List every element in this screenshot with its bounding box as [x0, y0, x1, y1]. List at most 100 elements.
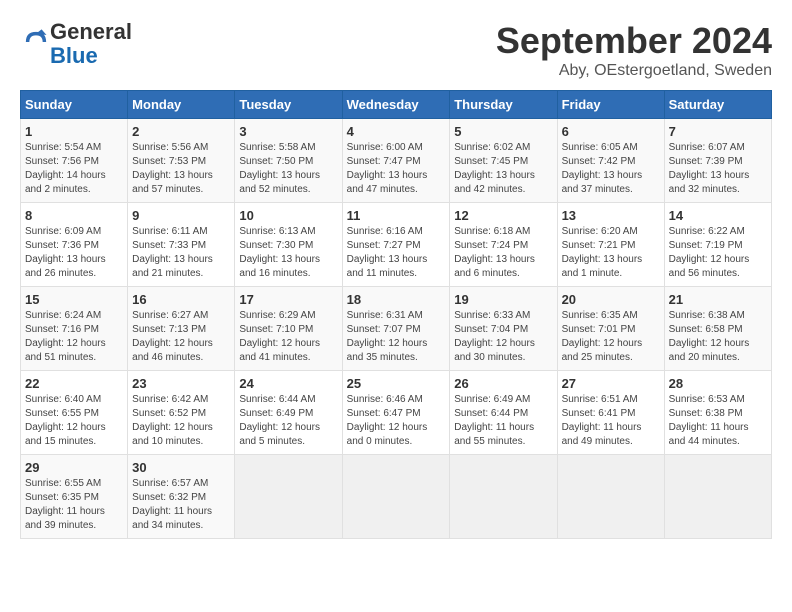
day-info: Sunrise: 6:33 AMSunset: 7:04 PMDaylight:…	[454, 309, 552, 365]
table-row: 11 Sunrise: 6:16 AMSunset: 7:27 PMDayligh…	[342, 203, 450, 287]
day-info: Sunrise: 6:57 AMSunset: 6:32 PMDaylight:…	[132, 477, 230, 533]
day-info: Sunrise: 6:18 AMSunset: 7:24 PMDaylight:…	[454, 225, 552, 281]
header-thursday: Thursday	[450, 91, 557, 119]
day-info: Sunrise: 5:54 AMSunset: 7:56 PMDaylight:…	[25, 141, 123, 197]
table-row: 22 Sunrise: 6:40 AMSunset: 6:55 PMDayligh…	[21, 371, 128, 455]
day-info: Sunrise: 6:20 AMSunset: 7:21 PMDaylight:…	[562, 225, 660, 281]
day-number: 30	[132, 460, 230, 475]
day-number: 24	[239, 376, 337, 391]
header-sunday: Sunday	[21, 91, 128, 119]
day-number: 6	[562, 124, 660, 139]
table-row: 23 Sunrise: 6:42 AMSunset: 6:52 PMDayligh…	[128, 371, 235, 455]
day-info: Sunrise: 6:31 AMSunset: 7:07 PMDaylight:…	[347, 309, 446, 365]
table-row: 10 Sunrise: 6:13 AMSunset: 7:30 PMDayligh…	[235, 203, 342, 287]
day-info: Sunrise: 6:02 AMSunset: 7:45 PMDaylight:…	[454, 141, 552, 197]
day-number: 21	[669, 292, 767, 307]
day-info: Sunrise: 6:24 AMSunset: 7:16 PMDaylight:…	[25, 309, 123, 365]
day-number: 5	[454, 124, 552, 139]
day-info: Sunrise: 6:07 AMSunset: 7:39 PMDaylight:…	[669, 141, 767, 197]
table-row: 6 Sunrise: 6:05 AMSunset: 7:42 PMDaylight…	[557, 119, 664, 203]
location-title: Aby, OEstergoetland, Sweden	[496, 62, 772, 80]
table-row: 14Sunrise: 6:22 AMSunset: 7:19 PMDayligh…	[664, 203, 771, 287]
calendar-week-row: 22 Sunrise: 6:40 AMSunset: 6:55 PMDayligh…	[21, 371, 772, 455]
day-info: Sunrise: 6:00 AMSunset: 7:47 PMDaylight:…	[347, 141, 446, 197]
day-number: 18	[347, 292, 446, 307]
logo: General Blue	[20, 20, 132, 68]
month-title: September 2024	[496, 20, 772, 62]
day-info: Sunrise: 6:35 AMSunset: 7:01 PMDaylight:…	[562, 309, 660, 365]
table-row: 30 Sunrise: 6:57 AMSunset: 6:32 PMDayligh…	[128, 455, 235, 539]
day-number: 22	[25, 376, 123, 391]
day-info: Sunrise: 6:46 AMSunset: 6:47 PMDaylight:…	[347, 393, 446, 449]
day-number: 16	[132, 292, 230, 307]
day-number: 8	[25, 208, 123, 223]
header-wednesday: Wednesday	[342, 91, 450, 119]
title-section: September 2024 Aby, OEstergoetland, Swed…	[496, 20, 772, 80]
header-saturday: Saturday	[664, 91, 771, 119]
table-row: 7 Sunrise: 6:07 AMSunset: 7:39 PMDaylight…	[664, 119, 771, 203]
table-row: 27 Sunrise: 6:51 AMSunset: 6:41 PMDayligh…	[557, 371, 664, 455]
calendar-week-row: 1Sunrise: 5:54 AMSunset: 7:56 PMDaylight…	[21, 119, 772, 203]
calendar-header-row: Sunday Monday Tuesday Wednesday Thursday…	[21, 91, 772, 119]
table-row	[235, 455, 342, 539]
logo-general-text: General	[50, 19, 132, 44]
day-number: 7	[669, 124, 767, 139]
day-number: 15	[25, 292, 123, 307]
day-info: Sunrise: 6:55 AMSunset: 6:35 PMDaylight:…	[25, 477, 123, 533]
table-row: 28 Sunrise: 6:53 AMSunset: 6:38 PMDayligh…	[664, 371, 771, 455]
table-row	[450, 455, 557, 539]
day-number: 3	[239, 124, 337, 139]
day-info: Sunrise: 6:40 AMSunset: 6:55 PMDaylight:…	[25, 393, 123, 449]
day-info: Sunrise: 6:09 AMSunset: 7:36 PMDaylight:…	[25, 225, 123, 281]
day-number: 10	[239, 208, 337, 223]
header-monday: Monday	[128, 91, 235, 119]
day-number: 26	[454, 376, 552, 391]
calendar-table: Sunday Monday Tuesday Wednesday Thursday…	[20, 90, 772, 539]
table-row	[557, 455, 664, 539]
day-number: 27	[562, 376, 660, 391]
table-row: 24Sunrise: 6:44 AMSunset: 6:49 PMDayligh…	[235, 371, 342, 455]
logo-icon	[22, 28, 50, 56]
logo-blue-text: Blue	[50, 43, 98, 68]
table-row: 12Sunrise: 6:18 AMSunset: 7:24 PMDayligh…	[450, 203, 557, 287]
day-number: 19	[454, 292, 552, 307]
day-info: Sunrise: 6:53 AMSunset: 6:38 PMDaylight:…	[669, 393, 767, 449]
day-info: Sunrise: 6:51 AMSunset: 6:41 PMDaylight:…	[562, 393, 660, 449]
table-row: 13 Sunrise: 6:20 AMSunset: 7:21 PMDayligh…	[557, 203, 664, 287]
day-info: Sunrise: 6:13 AMSunset: 7:30 PMDaylight:…	[239, 225, 337, 281]
calendar-week-row: 8 Sunrise: 6:09 AMSunset: 7:36 PMDaylight…	[21, 203, 772, 287]
day-number: 29	[25, 460, 123, 475]
day-info: Sunrise: 6:38 AMSunset: 6:58 PMDaylight:…	[669, 309, 767, 365]
header-friday: Friday	[557, 91, 664, 119]
table-row: 29 Sunrise: 6:55 AMSunset: 6:35 PMDayligh…	[21, 455, 128, 539]
day-number: 11	[347, 208, 446, 223]
table-row: 17 Sunrise: 6:29 AMSunset: 7:10 PMDayligh…	[235, 287, 342, 371]
calendar-week-row: 15 Sunrise: 6:24 AMSunset: 7:16 PMDayligh…	[21, 287, 772, 371]
day-number: 28	[669, 376, 767, 391]
day-info: Sunrise: 5:56 AMSunset: 7:53 PMDaylight:…	[132, 141, 230, 197]
table-row: 19 Sunrise: 6:33 AMSunset: 7:04 PMDayligh…	[450, 287, 557, 371]
table-row	[664, 455, 771, 539]
day-info: Sunrise: 5:58 AMSunset: 7:50 PMDaylight:…	[239, 141, 337, 197]
table-row: 9 Sunrise: 6:11 AMSunset: 7:33 PMDaylight…	[128, 203, 235, 287]
day-info: Sunrise: 6:16 AMSunset: 7:27 PMDaylight:…	[347, 225, 446, 281]
page-header: General Blue September 2024 Aby, OEsterg…	[20, 20, 772, 80]
day-number: 9	[132, 208, 230, 223]
day-info: Sunrise: 6:29 AMSunset: 7:10 PMDaylight:…	[239, 309, 337, 365]
day-number: 14	[669, 208, 767, 223]
table-row: 21 Sunrise: 6:38 AMSunset: 6:58 PMDayligh…	[664, 287, 771, 371]
table-row: 3 Sunrise: 5:58 AMSunset: 7:50 PMDaylight…	[235, 119, 342, 203]
day-number: 20	[562, 292, 660, 307]
day-number: 23	[132, 376, 230, 391]
table-row: 4 Sunrise: 6:00 AMSunset: 7:47 PMDaylight…	[342, 119, 450, 203]
table-row: 26Sunrise: 6:49 AMSunset: 6:44 PMDayligh…	[450, 371, 557, 455]
day-info: Sunrise: 6:05 AMSunset: 7:42 PMDaylight:…	[562, 141, 660, 197]
day-number: 25	[347, 376, 446, 391]
day-number: 4	[347, 124, 446, 139]
day-number: 17	[239, 292, 337, 307]
table-row: 2Sunrise: 5:56 AMSunset: 7:53 PMDaylight…	[128, 119, 235, 203]
table-row: 16Sunrise: 6:27 AMSunset: 7:13 PMDayligh…	[128, 287, 235, 371]
day-info: Sunrise: 6:42 AMSunset: 6:52 PMDaylight:…	[132, 393, 230, 449]
day-info: Sunrise: 6:11 AMSunset: 7:33 PMDaylight:…	[132, 225, 230, 281]
day-number: 13	[562, 208, 660, 223]
